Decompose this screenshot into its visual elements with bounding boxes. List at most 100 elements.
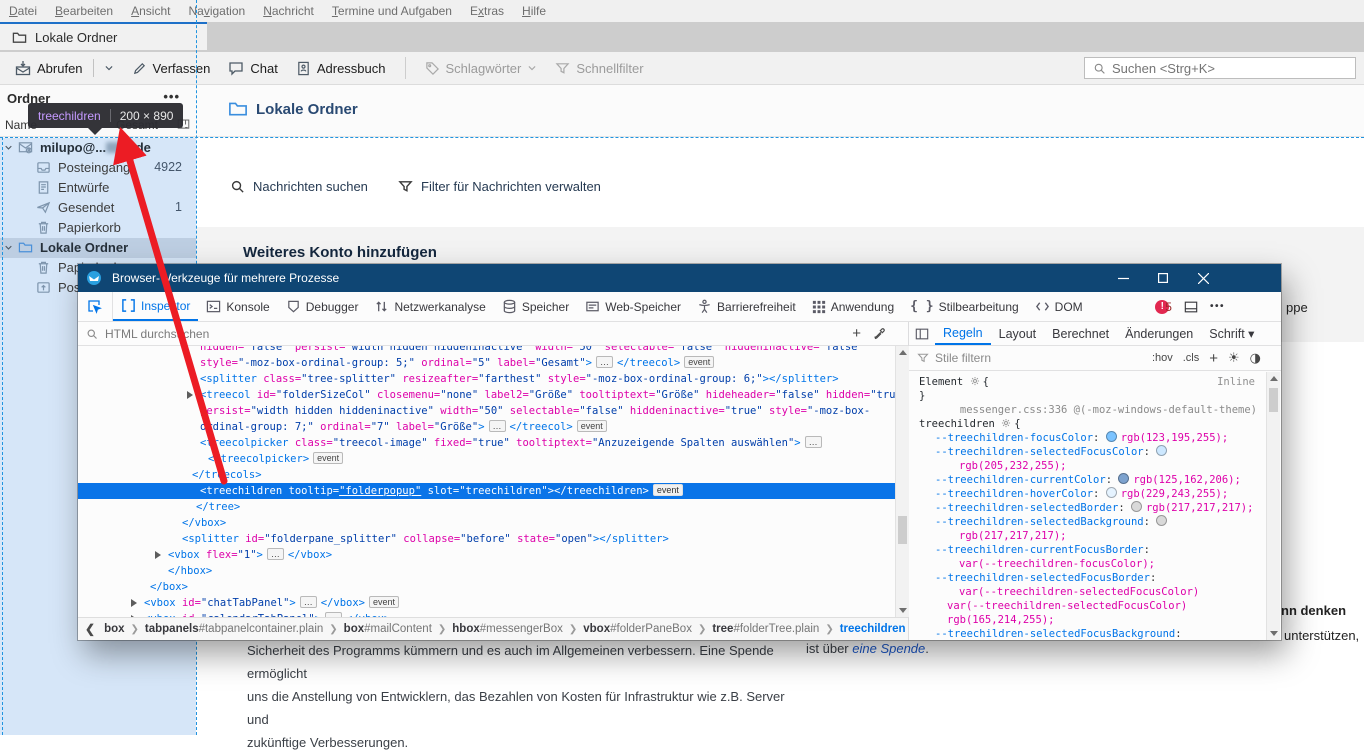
global-search-input[interactable]: Suchen <Strg+K>	[1084, 57, 1356, 79]
devtools-tab-web-speicher[interactable]: Web-Speicher	[577, 292, 689, 321]
breadcrumb-item-tabpanels[interactable]: tabpanels#tabpanelcontainer.plain	[143, 623, 325, 635]
rule-line[interactable]: var(--treechildren-selectedFocusColor)	[919, 585, 1267, 599]
devtools-tab-dom[interactable]: DOM	[1027, 292, 1091, 321]
folder-row-posteingang[interactable]: Posteingang4922	[0, 158, 196, 178]
rules-tab-schrift[interactable]: Schrift ▾	[1201, 322, 1262, 345]
event-badge[interactable]: event	[369, 596, 399, 608]
rule-line[interactable]: --treechildren-selectedFocusBorder:	[919, 571, 1267, 585]
search-messages-link[interactable]: Nachrichten suchen	[230, 179, 368, 194]
devtools-tab-anwendung[interactable]: Anwendung	[804, 292, 902, 321]
quickfilter-button[interactable]: Schnellfilter	[548, 58, 650, 79]
close-icon[interactable]	[1183, 264, 1223, 292]
markup-view[interactable]: hidden="false" persist="width hidden hid…	[78, 346, 895, 617]
rule-source-link[interactable]: messenger.css:336 @(-moz-windows-default…	[919, 403, 1267, 417]
markup-search-input[interactable]: HTML durchsuchen	[105, 327, 209, 341]
markup-line[interactable]: style="-moz-box-ordinal-group: 5;" ordin…	[78, 355, 895, 371]
folder-row-papierkorb[interactable]: Papierkorb	[0, 218, 196, 238]
markup-line[interactable]: </hbox>	[78, 563, 895, 579]
minimize-icon[interactable]	[1103, 264, 1143, 292]
rule-line[interactable]: --treechildren-selectedFocusColor:	[919, 445, 1267, 459]
color-swatch-icon[interactable]	[1106, 431, 1117, 442]
maximize-icon[interactable]	[1143, 264, 1183, 292]
markup-line[interactable]: </tree>	[78, 499, 895, 515]
rule-line[interactable]: treechildren {	[919, 417, 1267, 431]
rule-line[interactable]: Element {Inline	[919, 375, 1267, 389]
rules-tab-layout[interactable]: Layout	[991, 322, 1045, 345]
show-more-badge[interactable]: …	[489, 420, 506, 432]
markup-line[interactable]: hidden="false" persist="width hidden hid…	[78, 346, 895, 355]
rule-line[interactable]: --treechildren-selectedBackground:	[919, 515, 1267, 529]
markup-line[interactable]: ordinal-group: 7;" ordinal="7" label="Gr…	[78, 419, 895, 435]
rules-tab-änderungen[interactable]: Änderungen	[1117, 322, 1201, 345]
get-mail-button[interactable]: Abrufen	[8, 56, 121, 80]
chevron-expanded-icon[interactable]	[4, 143, 13, 152]
rule-line[interactable]: }	[919, 389, 1267, 403]
devtools-tab-stilbearbeitung[interactable]: { }Stilbearbeitung	[902, 292, 1027, 321]
add-rule-button[interactable]: +	[1209, 350, 1218, 367]
breadcrumb-item-tree[interactable]: tree#folderTree.plain	[710, 623, 821, 635]
event-badge[interactable]: event	[313, 452, 343, 464]
show-more-badge[interactable]: …	[805, 436, 822, 448]
manage-filters-link[interactable]: Filter für Nachrichten verwalten	[398, 179, 601, 194]
menu-datei[interactable]: Datei	[0, 0, 46, 22]
rules-tab-berechnet[interactable]: Berechnet	[1044, 322, 1117, 345]
markup-line[interactable]: <vbox id="chatTabPanel">…</vbox>event	[78, 595, 895, 611]
markup-line[interactable]: persist="width hidden hiddeninactive" wi…	[78, 403, 895, 419]
devtools-tab-barrierefreiheit[interactable]: Barrierefreiheit	[689, 292, 804, 321]
donate-link[interactable]: eine Spende	[852, 641, 925, 656]
show-more-badge[interactable]: …	[267, 548, 284, 560]
scrollbar-thumb[interactable]	[1269, 388, 1278, 412]
markup-line[interactable]: </treecolpicker>event	[78, 451, 895, 467]
menu-nachricht[interactable]: Nachricht	[254, 0, 323, 22]
scroll-down-icon[interactable]	[899, 608, 907, 613]
markup-scrollbar[interactable]	[895, 346, 909, 617]
color-swatch-icon[interactable]	[1118, 473, 1129, 484]
rules-filter-input[interactable]: Stile filtern	[935, 351, 991, 365]
menu-bearbeiten[interactable]: Bearbeiten	[46, 0, 122, 22]
rules-scrollbar[interactable]	[1266, 372, 1280, 640]
devtools-tab-konsole[interactable]: Konsole	[198, 292, 277, 321]
menu-ansicht[interactable]: Ansicht	[122, 0, 179, 22]
add-node-button[interactable]: +	[852, 325, 861, 342]
markup-line[interactable]: <vbox flex="1">…</vbox>	[78, 547, 895, 563]
color-swatch-icon[interactable]	[1156, 515, 1167, 526]
markup-line[interactable]: <treecolpicker class="treecol-image" fix…	[78, 435, 895, 451]
chevron-expanded-icon[interactable]	[4, 243, 13, 252]
devtools-tab-inspektor[interactable]: Inspektor	[113, 292, 198, 321]
scroll-up-icon[interactable]	[1270, 376, 1278, 381]
event-badge[interactable]: event	[684, 356, 714, 368]
class-button[interactable]: .cls	[1183, 352, 1200, 364]
markup-line[interactable]: </box>	[78, 579, 895, 595]
breadcrumb-item-box[interactable]: box#mailContent	[342, 623, 434, 635]
scroll-up-icon[interactable]	[899, 350, 907, 355]
markup-line[interactable]: </treecols>	[78, 467, 895, 483]
expand-arrow-icon[interactable]	[131, 599, 137, 607]
breadcrumb-item-hbox[interactable]: hbox#messengerBox	[450, 623, 565, 635]
menu-termine-und-aufgaben[interactable]: Termine und Aufgaben	[323, 0, 461, 22]
folder-pane-menu-button[interactable]: •••	[163, 89, 180, 104]
sidebar-toggle-icon[interactable]	[909, 322, 935, 345]
chat-button[interactable]: Chat	[221, 57, 284, 79]
pseudo-class-button[interactable]: :hov	[1152, 352, 1173, 364]
devtools-menu-icon[interactable]: •••	[1210, 301, 1225, 312]
expand-arrow-icon[interactable]	[187, 391, 193, 399]
breadcrumb-prev-icon[interactable]: ❮	[78, 622, 102, 636]
menu-extras[interactable]: Extras	[461, 0, 513, 22]
rule-line[interactable]: --treechildren-selectedBorder: rgb(217,2…	[919, 501, 1267, 515]
rules-tab-regeln[interactable]: Regeln	[935, 322, 991, 345]
scroll-down-icon[interactable]	[1270, 631, 1278, 636]
event-badge[interactable]: event	[577, 420, 607, 432]
rule-line[interactable]: --treechildren-focusColor: rgb(123,195,2…	[919, 431, 1267, 445]
scrollbar-thumb[interactable]	[898, 516, 907, 544]
element-picker-button[interactable]	[78, 292, 113, 321]
add-account-heading[interactable]: Weiteres Konto hinzufügen	[243, 244, 437, 261]
rule-line[interactable]: --treechildren-currentFocusBorder:	[919, 543, 1267, 557]
markup-line-selected[interactable]: <treechildren tooltip="folderpopup" slot…	[78, 483, 895, 499]
folder-row-entwürfe[interactable]: Entwürfe	[0, 178, 196, 198]
devtools-tab-netzwerkanalyse[interactable]: Netzwerkanalyse	[366, 292, 493, 321]
expand-arrow-icon[interactable]	[155, 551, 161, 559]
rule-line[interactable]: rgb(217,217,217);	[919, 529, 1267, 543]
markup-line[interactable]: <splitter class="tree-splitter" resizeaf…	[78, 371, 895, 387]
markup-line[interactable]: </vbox>	[78, 515, 895, 531]
markup-line[interactable]: <treecol id="folderSizeCol" closemenu="n…	[78, 387, 895, 403]
